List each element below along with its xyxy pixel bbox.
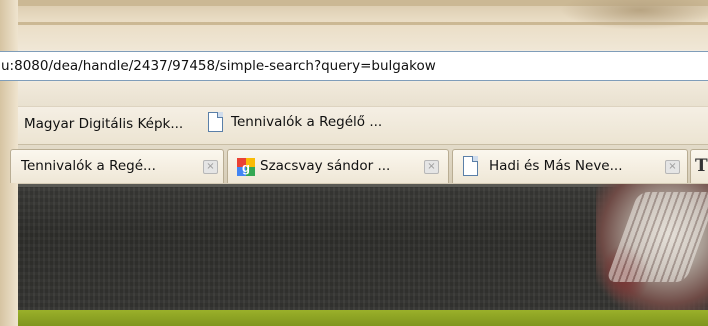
top-shadow <box>560 0 708 30</box>
tab-partial[interactable]: T <box>690 149 708 183</box>
typewriter-keys <box>605 192 708 282</box>
bookmark-label: Tennivalók a Regélő ... <box>231 114 383 130</box>
website-header <box>18 184 708 310</box>
close-tab-icon[interactable]: × <box>203 160 218 174</box>
page-icon <box>208 112 223 132</box>
typewriter-image <box>596 184 708 310</box>
window-top-decoration <box>0 0 708 50</box>
t-icon: T <box>695 156 708 176</box>
tab-tennivalok[interactable]: Tennivalók a Regé... × <box>10 149 224 183</box>
header-green-bar <box>18 310 708 326</box>
svg-text:g: g <box>242 160 250 175</box>
url-text[interactable]: u:8080/dea/handle/2437/97458/simple-sear… <box>1 58 436 74</box>
tab-label: Tennivalók a Regé... <box>21 158 156 174</box>
google-icon: g <box>237 158 255 176</box>
tab-szacsvay[interactable]: g Szacsvay sándor ... × <box>227 149 449 183</box>
tab-strip: Tennivalók a Regé... × g Szacsvay sándor… <box>10 144 708 185</box>
tab-label: Szacsvay sándor ... <box>260 158 391 174</box>
close-tab-icon[interactable]: × <box>665 160 680 174</box>
bookmark-magyar-digitalis[interactable]: Magyar Digitális Képk... <box>24 116 183 132</box>
close-tab-icon[interactable]: × <box>424 160 439 174</box>
tab-label: Hadi és Más Neve... <box>489 158 623 174</box>
toolbar-band <box>18 82 708 106</box>
bookmarks-toolbar: Magyar Digitális Képk... Tennivalók a Re… <box>18 106 708 144</box>
page-icon <box>463 156 478 176</box>
tab-hadi[interactable]: Hadi és Más Neve... × <box>452 149 688 183</box>
bookmark-tennivalok[interactable]: Tennivalók a Regélő ... <box>208 112 382 132</box>
address-bar[interactable]: u:8080/dea/handle/2437/97458/simple-sear… <box>0 51 708 81</box>
